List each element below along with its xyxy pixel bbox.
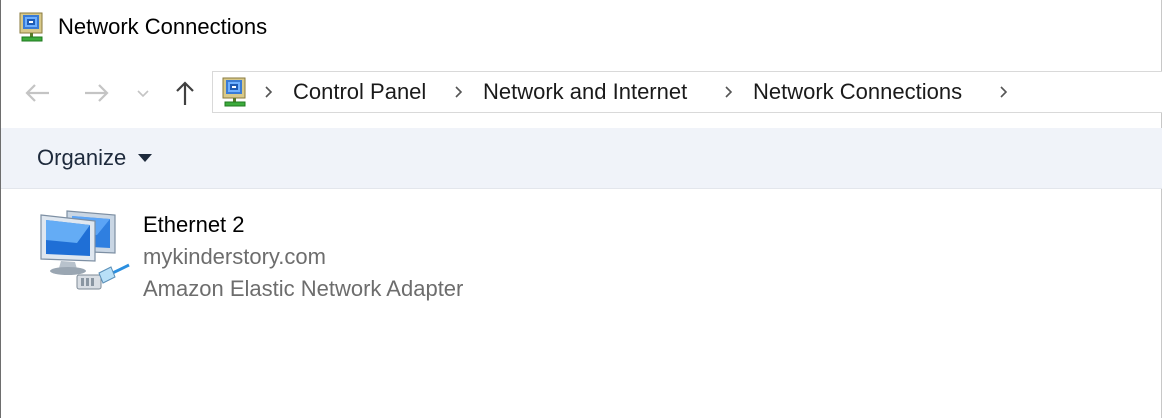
chevron-right-icon[interactable]: [723, 84, 735, 100]
connections-list: Ethernet 2 mykinderstory.com Amazon Elas…: [1, 189, 1161, 418]
arrow-right-icon: [85, 84, 109, 102]
window-title: Network Connections: [58, 14, 268, 39]
connection-adapter: Amazon Elastic Network Adapter: [143, 276, 464, 301]
chevron-down-icon: [137, 90, 149, 98]
up-button[interactable]: [170, 78, 200, 108]
organize-label: Organize: [37, 145, 127, 170]
connection-name: Ethernet 2: [143, 212, 245, 237]
navigation-bar: Control Panel Network and Internet Netwo…: [0, 56, 1162, 128]
chevron-right-icon[interactable]: [998, 84, 1010, 100]
connection-network: mykinderstory.com: [143, 244, 326, 269]
command-bar: Organize: [1, 128, 1162, 189]
arrow-up-icon: [176, 81, 194, 105]
back-button[interactable]: [22, 78, 52, 108]
breadcrumb-network-and-internet[interactable]: Network and Internet: [483, 79, 687, 105]
breadcrumb-network-connections[interactable]: Network Connections: [753, 79, 962, 105]
recent-locations-button[interactable]: [132, 78, 154, 108]
chevron-right-icon[interactable]: [453, 84, 465, 100]
arrow-left-icon: [25, 84, 49, 102]
organize-button[interactable]: Organize: [37, 145, 153, 171]
chevron-right-icon[interactable]: [263, 84, 275, 100]
forward-button[interactable]: [82, 78, 112, 108]
address-bar[interactable]: Control Panel Network and Internet Netwo…: [212, 71, 1162, 113]
network-connections-icon: [222, 77, 246, 107]
title-bar: Network Connections: [0, 0, 1162, 56]
caret-down-icon: [138, 154, 153, 162]
network-connections-icon: [19, 12, 43, 42]
breadcrumb-control-panel[interactable]: Control Panel: [293, 79, 426, 105]
ethernet-adapter-icon: [40, 210, 130, 290]
connection-item[interactable]: Ethernet 2 mykinderstory.com Amazon Elas…: [31, 205, 511, 305]
